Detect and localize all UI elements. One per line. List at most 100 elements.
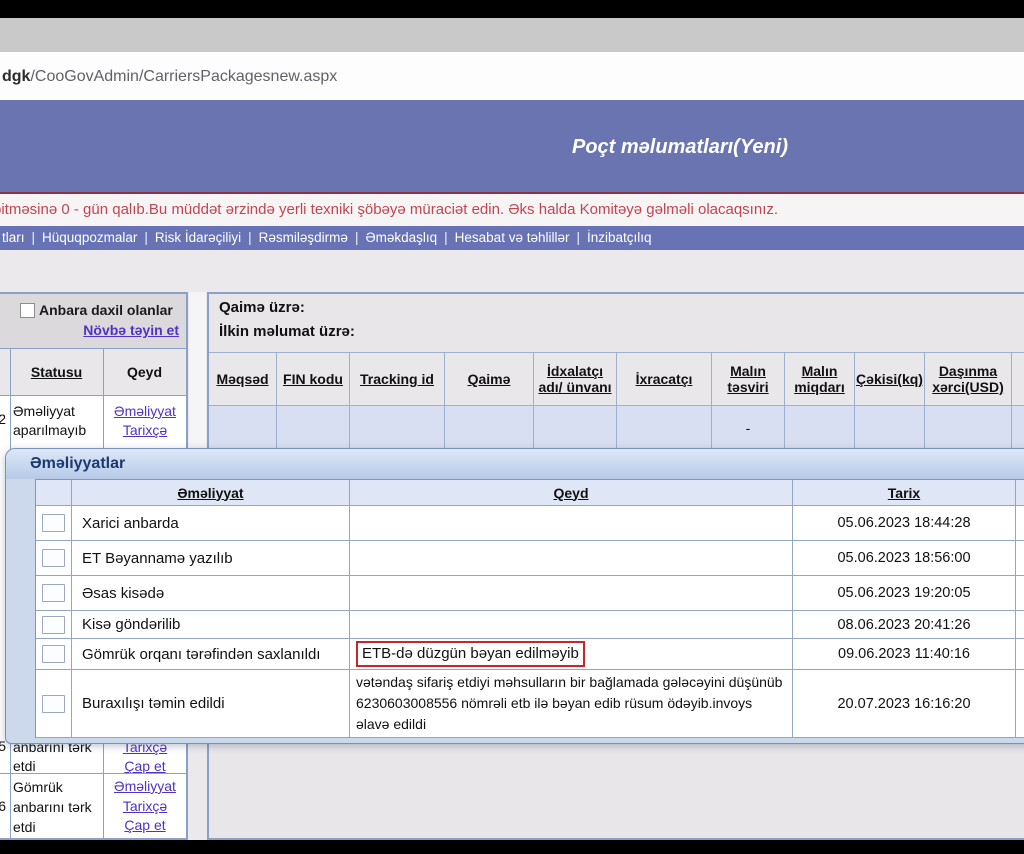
column-header-meqsed[interactable]: Məqsəd (214, 371, 270, 387)
menu-separator: | (144, 230, 148, 245)
column-header-checkbox (36, 480, 72, 506)
menu-separator: | (248, 230, 252, 245)
print-link[interactable]: Çap et (104, 816, 186, 836)
row-checkbox[interactable] (42, 549, 65, 567)
column-header-qaime[interactable]: Qaimə (466, 371, 513, 387)
extra-cell (1016, 670, 1024, 738)
top-black-bar (0, 0, 1024, 18)
row-checkbox[interactable] (42, 695, 65, 713)
page-header: Poçt məlumatları(Yeni) (0, 100, 1024, 192)
status-row: 6 Gömrük anbarını tərk etdi Əməliyyat Ta… (0, 776, 186, 838)
url-text: dgk/CooGovAdmin/CarriersPackagesnew.aspx (2, 68, 337, 86)
row-checkbox[interactable] (42, 645, 65, 663)
row-divider (0, 773, 186, 774)
history-link[interactable]: Tarixçə (104, 421, 186, 440)
table-row-cell (36, 639, 72, 670)
menu-item-0[interactable]: tları (2, 230, 25, 245)
modal-title: Əməliyyatlar (6, 449, 1024, 479)
column-header-note: Qeyd (127, 364, 162, 380)
note-cell: ETB-də düzgün bəyan edilməyib (350, 639, 793, 670)
highlighted-note: ETB-də düzgün bəyan edilməyib (356, 641, 585, 667)
warning-text: bitməsinə 0 - gün qalıb.Bu müddət ərzind… (0, 201, 778, 218)
data-cell (1012, 406, 1024, 450)
data-cell-dash: - (712, 406, 785, 450)
column-header-idxalatci[interactable]: İdxalatçı adı/ ünvanı (534, 363, 616, 395)
extra-cell (1016, 639, 1024, 670)
column-header-operation[interactable]: Əməliyyat (177, 485, 243, 501)
date-cell: 08.06.2023 20:41:26 (793, 611, 1016, 639)
operation-cell: Kisə göndərilib (72, 611, 350, 639)
operation-cell: Xarici anbarda (72, 506, 350, 541)
menu-item-emekdasliq[interactable]: Əməkdaşlıq (365, 230, 437, 245)
status-row: 2 Əməliyyat aparılmayıb Əməliyyat Tarixç… (0, 395, 186, 453)
queue-assign-link[interactable]: Növbə təyin et (83, 322, 179, 338)
menu-separator: | (32, 230, 36, 245)
data-cell (209, 406, 277, 450)
operation-cell: Əsas kisədə (72, 576, 350, 611)
extra-cell (1016, 576, 1024, 611)
main-menu: tları | Hüquqpozmalar | Risk İdarəçiliyi | Rəs… (0, 226, 1024, 250)
history-link[interactable]: Tarixçə (104, 797, 186, 817)
browser-toolbar (0, 18, 1024, 52)
row-checkbox[interactable] (42, 584, 65, 602)
status-text: Gömrük anbarını tərk etdi (13, 777, 105, 837)
data-cell (855, 406, 925, 450)
data-cell (617, 406, 712, 450)
row-checkbox[interactable] (42, 616, 65, 634)
table-row-cell (36, 506, 72, 541)
row-checkbox[interactable] (42, 514, 65, 532)
menu-item-risk-idareciliyi[interactable]: Risk İdarəçiliyi (155, 230, 241, 245)
data-cell (445, 406, 534, 450)
warning-banner: bitməsinə 0 - gün qalıb.Bu müddət ərzind… (0, 192, 1024, 226)
column-header-note[interactable]: Qeyd (553, 485, 588, 501)
column-header-ixracatci[interactable]: İxracatçı (634, 371, 695, 387)
note-cell (350, 541, 793, 576)
date-cell: 09.06.2023 11:40:16 (793, 639, 1016, 670)
bottom-black-bar (0, 840, 1024, 854)
date-cell: 05.06.2023 18:44:28 (793, 506, 1016, 541)
operation-link[interactable]: Əməliyyat (104, 777, 186, 797)
initial-info-heading: İlkin məlumat üzrə: (219, 323, 355, 340)
row-number: 2 (0, 411, 6, 427)
extra-cell (1016, 506, 1024, 541)
status-text: Əməliyyat aparılmayıb (13, 402, 105, 440)
table-row-cell (36, 576, 72, 611)
menu-separator: | (444, 230, 448, 245)
column-header-malin-miqdari[interactable]: Malın miqdarı (785, 363, 854, 395)
url-domain-part: dgk (2, 68, 30, 85)
operation-link[interactable]: Əməliyyat (104, 402, 186, 421)
table-row-cell (36, 541, 72, 576)
operation-cell: ET Bəyannamə yazılıb (72, 541, 350, 576)
column-header-fin-kodu[interactable]: FIN kodu (281, 371, 345, 387)
menu-item-huquqpozmalar[interactable]: Hüquqpozmalar (42, 230, 137, 245)
column-header-date[interactable]: Tarix (888, 485, 920, 501)
menu-separator: | (576, 230, 580, 245)
page-title: Poçt məlumatları(Yeni) (300, 136, 1024, 159)
column-header-tracking-id[interactable]: Tracking id (358, 371, 436, 387)
warehouse-filter-section: Anbara daxil olanlar Növbə təyin et (0, 294, 186, 349)
column-header-cekisi[interactable]: Çəkisi(kq) (854, 371, 925, 387)
data-cell (534, 406, 617, 450)
menu-separator: | (355, 230, 359, 245)
note-cell: vətəndaş sifariş etdiyi məhsulların bir … (350, 670, 793, 738)
column-header-status[interactable]: Statusu (31, 364, 82, 380)
menu-item-hesabat[interactable]: Hesabat və təhlillər (455, 230, 570, 245)
operation-cell: Gömrük orqanı tərəfindən saxlanıldı (72, 639, 350, 670)
note-cell (350, 611, 793, 639)
row-number: 6 (0, 798, 6, 814)
extra-cell (1016, 611, 1024, 639)
url-path-part: /CooGovAdmin/CarriersPackagesnew.aspx (30, 68, 337, 85)
date-cell: 20.07.2023 16:16:20 (793, 670, 1016, 738)
column-header-malin-tesviri[interactable]: Malın təsviri (712, 363, 784, 395)
warehouse-checkbox-label: Anbara daxil olanlar (39, 302, 173, 318)
invoice-heading: Qaimə üzrə: (219, 299, 305, 316)
parcel-table: Məqsəd FIN kodu Tracking id Qaimə İdxala… (209, 352, 1024, 450)
warehouse-checkbox[interactable] (20, 303, 35, 318)
menu-item-inzibatciliq[interactable]: İnzibatçılıq (587, 230, 652, 245)
browser-url-bar[interactable]: dgk/CooGovAdmin/CarriersPackagesnew.aspx (0, 52, 1024, 101)
note-cell (350, 576, 793, 611)
note-cell (350, 506, 793, 541)
column-header-dasinma-xerci[interactable]: Daşınma xərci(USD) (925, 363, 1011, 395)
table-row-cell (36, 611, 72, 639)
menu-item-resmilesdirme[interactable]: Rəsmiləşdirmə (259, 230, 348, 245)
